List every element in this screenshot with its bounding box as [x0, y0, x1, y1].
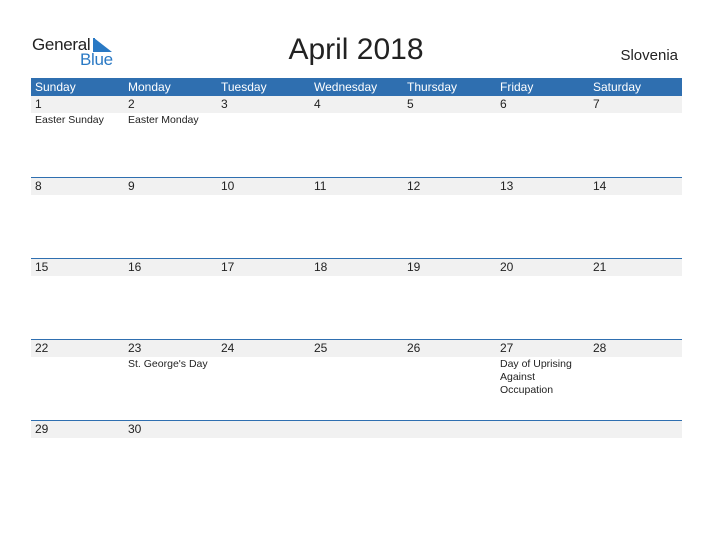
day-number: 30 — [128, 422, 142, 436]
day-number: 5 — [407, 97, 414, 111]
day-number: 10 — [221, 179, 235, 193]
week-row: 8 9 10 11 12 13 14 — [31, 177, 682, 258]
holiday-label — [310, 357, 403, 397]
event-row: St. George's Day Day of Uprising Against … — [31, 357, 682, 397]
event-row — [31, 195, 682, 196]
day-number-row: 22 23 24 25 26 27 28 — [31, 340, 682, 357]
weekday-monday: Monday — [128, 80, 171, 94]
holiday-label — [403, 357, 496, 397]
holiday-label — [496, 195, 589, 196]
day-number: 7 — [593, 97, 600, 111]
day-number: 16 — [128, 260, 142, 274]
holiday-label — [403, 195, 496, 196]
day-number: 18 — [314, 260, 328, 274]
holiday-label — [124, 438, 217, 439]
day-number: 22 — [35, 341, 49, 355]
weeks-container: 1 2 3 4 5 6 7 Easter Sunday Easter Monday 8 9 10 11 1… — [31, 96, 682, 501]
day-number: 19 — [407, 260, 421, 274]
weekday-wednesday: Wednesday — [314, 80, 378, 94]
holiday-label — [403, 113, 496, 127]
day-number: 23 — [128, 341, 142, 355]
day-number — [217, 421, 310, 438]
event-row — [31, 276, 682, 277]
holiday-label — [310, 195, 403, 196]
holiday-label — [31, 195, 124, 196]
day-number: 12 — [407, 179, 421, 193]
holiday-label — [589, 276, 682, 277]
holiday-label — [496, 276, 589, 277]
day-number: 25 — [314, 341, 328, 355]
holiday-label — [217, 438, 310, 439]
week-row: 1 2 3 4 5 6 7 Easter Sunday Easter Monday — [31, 96, 682, 177]
day-number — [589, 421, 682, 438]
day-number: 8 — [35, 179, 42, 193]
day-number: 24 — [221, 341, 235, 355]
day-number: 20 — [500, 260, 514, 274]
holiday-label — [31, 357, 124, 397]
day-number-row: 1 2 3 4 5 6 7 — [31, 96, 682, 113]
holiday-label — [310, 276, 403, 277]
day-number: 11 — [314, 179, 327, 193]
holiday-label: Easter Monday — [128, 114, 199, 126]
holiday-label — [589, 113, 682, 127]
holiday-label — [403, 276, 496, 277]
holiday-label — [124, 195, 217, 196]
day-number: 3 — [221, 97, 228, 111]
day-number: 17 — [221, 260, 235, 274]
day-number: 21 — [593, 260, 607, 274]
week-row: 15 16 17 18 19 20 21 — [31, 258, 682, 339]
weekday-thursday: Thursday — [407, 80, 458, 94]
event-row — [31, 438, 682, 439]
weekday-header: Sunday Monday Tuesday Wednesday Thursday… — [31, 78, 682, 96]
day-number: 13 — [500, 179, 514, 193]
day-number: 28 — [593, 341, 607, 355]
day-number: 29 — [35, 422, 49, 436]
holiday-label — [217, 276, 310, 277]
calendar-grid: Sunday Monday Tuesday Wednesday Thursday… — [31, 78, 682, 501]
holiday-label — [310, 113, 403, 127]
holiday-label — [589, 195, 682, 196]
day-number-row: 8 9 10 11 12 13 14 — [31, 178, 682, 195]
holiday-label — [403, 438, 496, 439]
week-row: 22 23 24 25 26 27 28 St. George's Day Day of Upr… — [31, 339, 682, 420]
country-label: Slovenia — [620, 47, 678, 64]
day-number — [310, 421, 403, 438]
day-number: 9 — [128, 179, 135, 193]
day-number — [403, 421, 496, 438]
holiday-label — [310, 438, 403, 439]
day-number: 26 — [407, 341, 421, 355]
holiday-label — [589, 357, 682, 397]
holiday-label — [217, 195, 310, 196]
day-number: 27 — [500, 341, 514, 355]
holiday-label: St. George's Day — [128, 358, 208, 370]
holiday-label — [496, 113, 589, 127]
holiday-label: Day of Uprising Against Occupation — [500, 358, 572, 396]
day-number: 15 — [35, 260, 49, 274]
day-number-row: 15 16 17 18 19 20 21 — [31, 259, 682, 276]
day-number: 6 — [500, 97, 507, 111]
day-number: 4 — [314, 97, 321, 111]
holiday-label — [31, 438, 124, 439]
holiday-label — [496, 438, 589, 439]
holiday-label — [124, 276, 217, 277]
day-number: 2 — [128, 97, 135, 111]
weekday-saturday: Saturday — [593, 80, 642, 94]
day-number-row: 29 30 — [31, 421, 682, 438]
event-row: Easter Sunday Easter Monday — [31, 113, 682, 127]
holiday-label — [217, 357, 310, 397]
day-number — [496, 421, 589, 438]
holiday-label — [31, 276, 124, 277]
day-number: 14 — [593, 179, 607, 193]
calendar-title: April 2018 — [288, 33, 424, 66]
holiday-label: Easter Sunday — [35, 114, 104, 126]
holiday-label — [217, 113, 310, 127]
weekday-friday: Friday — [500, 80, 534, 94]
weekday-tuesday: Tuesday — [221, 80, 267, 94]
holiday-label — [589, 438, 682, 439]
week-row: 29 30 — [31, 420, 682, 501]
weekday-sunday: Sunday — [35, 80, 76, 94]
day-number: 1 — [35, 97, 42, 111]
